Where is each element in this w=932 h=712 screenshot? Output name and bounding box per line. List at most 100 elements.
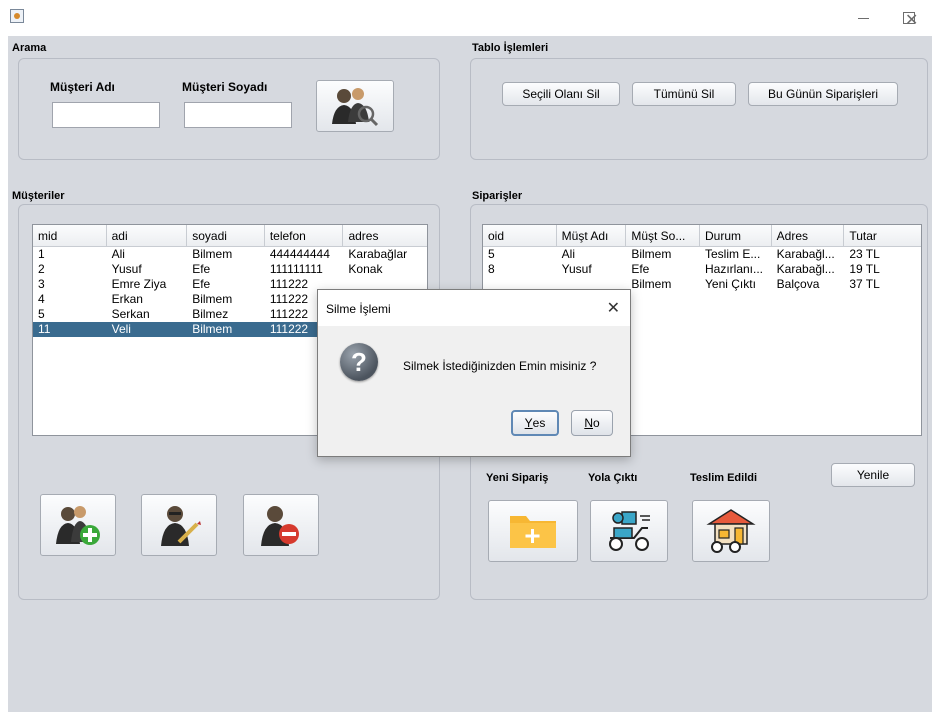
column-header[interactable]: adres <box>343 225 427 246</box>
table-cell: Bilmem <box>631 247 672 261</box>
table-cell: 444444444 <box>269 247 330 261</box>
question-icon: ? <box>340 343 378 381</box>
on-the-way-button[interactable] <box>590 500 668 562</box>
table-cell: Karabağlar <box>348 247 408 261</box>
first-name-input[interactable] <box>52 102 160 128</box>
delete-customer-button[interactable] <box>243 494 319 556</box>
column-header[interactable]: telefon <box>265 225 344 246</box>
no-mnemonic: N <box>584 416 593 430</box>
table-row[interactable]: 1 Ali Bilmem 444444444 Karabağlar <box>33 247 427 262</box>
no-button[interactable]: No <box>571 410 613 436</box>
table-cell: 23 TL <box>849 247 880 261</box>
orders-table-body: 5 Ali Bilmem Teslim E... Karabağl... 23 … <box>483 247 921 292</box>
table-cell: Yusuf <box>111 262 142 276</box>
customers-table-header: mid adi soyadi telefon adres <box>33 225 427 247</box>
table-cell: Emre Ziya <box>111 277 167 291</box>
table-cell: Bilmem <box>192 322 233 336</box>
delete-selected-button[interactable]: Seçili Olanı Sil <box>502 82 620 106</box>
table-cell: Yeni Çıktı <box>705 277 756 291</box>
customers-section-title: Müşteriler <box>12 190 65 202</box>
minimize-button[interactable] <box>840 0 886 36</box>
table-cell: Hazırlanı... <box>705 262 764 276</box>
orders-table-header: oid Müşt Adı Müşt So... Durum Adres Tuta… <box>483 225 921 247</box>
folder-add-icon <box>510 516 556 548</box>
table-row[interactable]: 2 Yusuf Efe 111111111 Konak <box>33 262 427 277</box>
table-cell: 4 <box>38 292 45 306</box>
column-header[interactable]: adi <box>107 225 188 246</box>
table-cell: Konak <box>348 262 383 276</box>
delivered-label: Teslim Edildi <box>690 472 758 484</box>
orders-section-title: Siparişler <box>472 190 523 202</box>
last-name-label: Müşteri Soyadı <box>182 80 268 94</box>
table-cell: Bilmem <box>192 292 233 306</box>
confirm-delete-dialog: Silme İşlemi ✕ ? Silmek İstediğinizden E… <box>317 289 631 457</box>
table-cell: Ali <box>111 247 125 261</box>
table-cell: Efe <box>631 262 650 276</box>
edit-customer-button[interactable] <box>141 494 217 556</box>
window-titlebar: ✕ <box>0 0 932 36</box>
table-cell: Serkan <box>111 307 150 321</box>
yes-button[interactable]: Yes <box>511 410 559 436</box>
new-order-label: Yeni Sipariş <box>486 472 549 484</box>
dialog-message: Silmek İstediğinizden Emin misiniz ? <box>403 359 597 373</box>
yes-label-rest: es <box>532 416 546 430</box>
delivery-scooter-icon <box>609 511 650 551</box>
column-header[interactable]: Müşt Adı <box>557 225 627 246</box>
table-cell: Balçova <box>776 277 820 291</box>
table-cell: Efe <box>192 262 211 276</box>
add-customer-button[interactable] <box>40 494 116 556</box>
column-header[interactable]: soyadi <box>187 225 265 246</box>
search-customer-button[interactable] <box>316 80 394 132</box>
search-section-title: Arama <box>12 42 47 54</box>
table-cell: Karabağl... <box>776 262 835 276</box>
table-cell: Bilmem <box>631 277 672 291</box>
table-cell: 19 TL <box>849 262 880 276</box>
yes-mnemonic: Y <box>524 416 533 430</box>
new-order-button[interactable] <box>488 500 578 562</box>
table-cell: Erkan <box>111 292 143 306</box>
table-cell: 8 <box>488 262 495 276</box>
table-cell: 5 <box>38 307 45 321</box>
table-cell: 1 <box>38 247 45 261</box>
delivered-button[interactable] <box>692 500 770 562</box>
table-cell: 3 <box>38 277 45 291</box>
table-cell: 5 <box>488 247 495 261</box>
remove-user-icon <box>261 506 299 546</box>
column-header[interactable]: Müşt So... <box>626 225 700 246</box>
table-ops-section-title: Tablo İşlemleri <box>472 42 549 54</box>
table-cell: Bilmez <box>192 307 229 321</box>
table-cell: Bilmem <box>192 247 233 261</box>
column-header[interactable]: mid <box>33 225 107 246</box>
column-header[interactable]: Tutar <box>844 225 921 246</box>
column-header[interactable]: Durum <box>700 225 772 246</box>
table-cell: Yusuf <box>561 262 592 276</box>
delivered-house-icon <box>706 509 756 553</box>
table-row[interactable]: 5 Ali Bilmem Teslim E... Karabağl... 23 … <box>483 247 921 262</box>
table-cell: Ali <box>561 247 575 261</box>
add-user-icon <box>56 506 100 545</box>
today-orders-button[interactable]: Bu Günün Siparişleri <box>748 82 898 106</box>
table-cell: 37 TL <box>849 277 880 291</box>
table-cell: Efe <box>192 277 211 291</box>
table-cell: Teslim E... <box>705 247 761 261</box>
edit-user-icon <box>161 506 201 546</box>
column-header[interactable]: Adres <box>772 225 845 246</box>
table-cell: 2 <box>38 262 45 276</box>
delete-all-button[interactable]: Tümünü Sil <box>632 82 736 106</box>
column-header[interactable]: oid <box>483 225 557 246</box>
dialog-title: Silme İşlemi <box>326 302 391 316</box>
table-cell: Karabağl... <box>776 247 835 261</box>
close-icon[interactable]: ✕ <box>607 298 620 318</box>
dialog-titlebar: Silme İşlemi ✕ <box>318 290 630 326</box>
search-people-icon <box>332 88 379 127</box>
last-name-input[interactable] <box>184 102 292 128</box>
refresh-button[interactable]: Yenile <box>831 463 915 487</box>
java-app-icon <box>10 9 24 23</box>
table-row[interactable]: 8 Yusuf Efe Hazırlanı... Karabağl... 19 … <box>483 262 921 277</box>
no-label-rest: o <box>592 416 600 430</box>
table-cell: 11 <box>38 322 51 336</box>
on-the-way-label: Yola Çıktı <box>588 472 638 484</box>
close-window-button[interactable]: ✕ <box>905 10 918 30</box>
first-name-label: Müşteri Adı <box>50 80 115 94</box>
table-ops-group <box>470 58 928 160</box>
